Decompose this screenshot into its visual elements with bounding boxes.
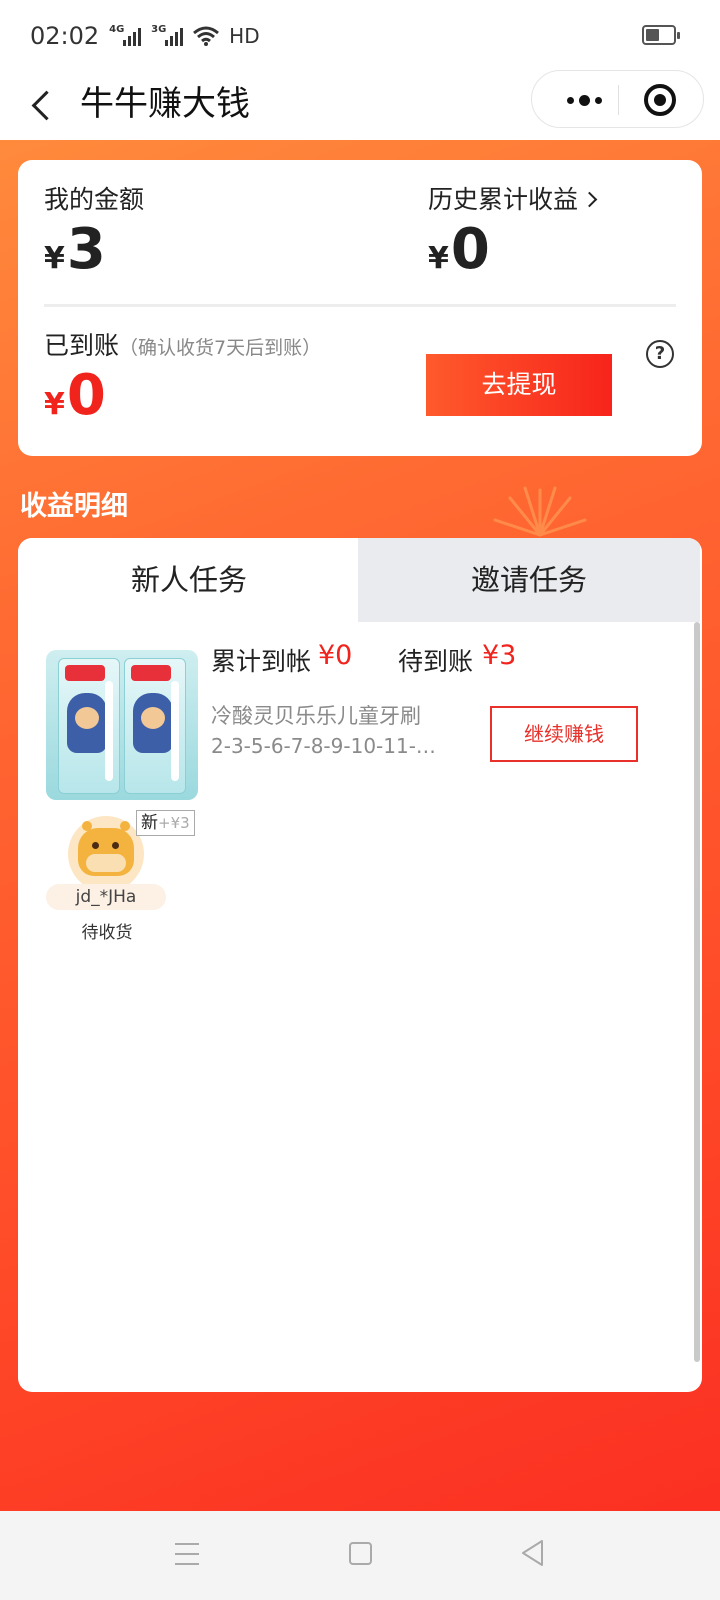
withdraw-button[interactable]: 去提现 [426,354,612,416]
history-amount: ¥0 [428,217,490,282]
product-name: 冷酸灵贝乐乐儿童牙刷 [211,704,421,728]
continue-earning-button[interactable]: 继续赚钱 [490,706,638,762]
status-left: 02:02 4G 3G HD [30,22,260,50]
toothbrush-package-left [58,658,120,794]
arrived-note: （确认收货7天后到账） [119,337,322,359]
new-user-badge: 新+¥3 [136,810,195,836]
task-tabs: 新人任务 邀请任务 [18,538,702,622]
battery-icon [642,25,680,45]
signal-4g-icon: 4G [109,24,142,46]
section-title: 收益明细 [20,491,128,522]
cumulative-value: ¥0 [318,640,353,671]
pending-value: ¥3 [482,640,517,671]
clock: 02:02 [30,22,100,50]
product-image [46,650,198,800]
signal-3g-icon: 3G [151,24,184,46]
divider [44,304,676,307]
arrived-label: 已到账 [44,331,120,360]
chevron-right-icon [581,191,598,208]
firework-decoration-icon [493,486,587,537]
invitee-item[interactable]: 新+¥3 jd_*JHa 待收货 [44,808,195,948]
my-amount-label: 我的金额 [44,185,145,214]
hd-indicator: HD [229,24,260,48]
my-amount: ¥3 [44,217,106,282]
tab-invite-tasks[interactable]: 邀请任务 [358,538,700,622]
wifi-icon [193,26,220,46]
home-icon[interactable] [349,1542,372,1565]
invitee-name: jd_*JHa [46,884,166,910]
balance-card: 我的金额 ¥3 历史累计收益 ¥0 已到账（确认收货7天后到账） ¥0 去提现 … [18,160,702,456]
status-bar: 02:02 4G 3G HD [0,0,720,70]
page-title: 牛牛赚大钱 [80,84,250,124]
scrollbar[interactable] [694,622,700,1362]
nav-bar: 牛牛赚大钱 [0,70,720,140]
menu-icon[interactable] [175,1543,199,1565]
avatar [68,816,144,892]
tab-new-user-tasks[interactable]: 新人任务 [18,538,360,622]
close-target-icon[interactable] [644,84,676,116]
toothbrush-package-right [124,658,186,794]
system-nav-bar [0,1511,720,1600]
help-icon[interactable]: ? [646,340,674,368]
cumulative-label: 累计到帐 [211,647,312,676]
product-sizes: 2-3-5-6-7-8-9-10-11-12... [211,734,441,758]
more-icon[interactable] [554,88,614,112]
invitee-status: 待收货 [81,923,133,943]
earnings-detail-card: 新人任务 邀请任务 累计到帐 ¥0 待到账 ¥3 冷酸灵贝乐乐儿童牙刷 2-3-… [18,538,702,1392]
mini-program-capsule [531,70,704,128]
history-earnings-link[interactable]: 历史累计收益 [428,180,598,216]
pending-label: 待到账 [398,647,474,676]
battery-level [646,29,659,41]
arrived-label-row: 已到账（确认收货7天后到账） [44,326,321,362]
capsule-divider [618,85,619,115]
arrived-amount: ¥0 [44,363,106,428]
back-button[interactable] [22,80,62,130]
cow-icon [78,821,134,876]
